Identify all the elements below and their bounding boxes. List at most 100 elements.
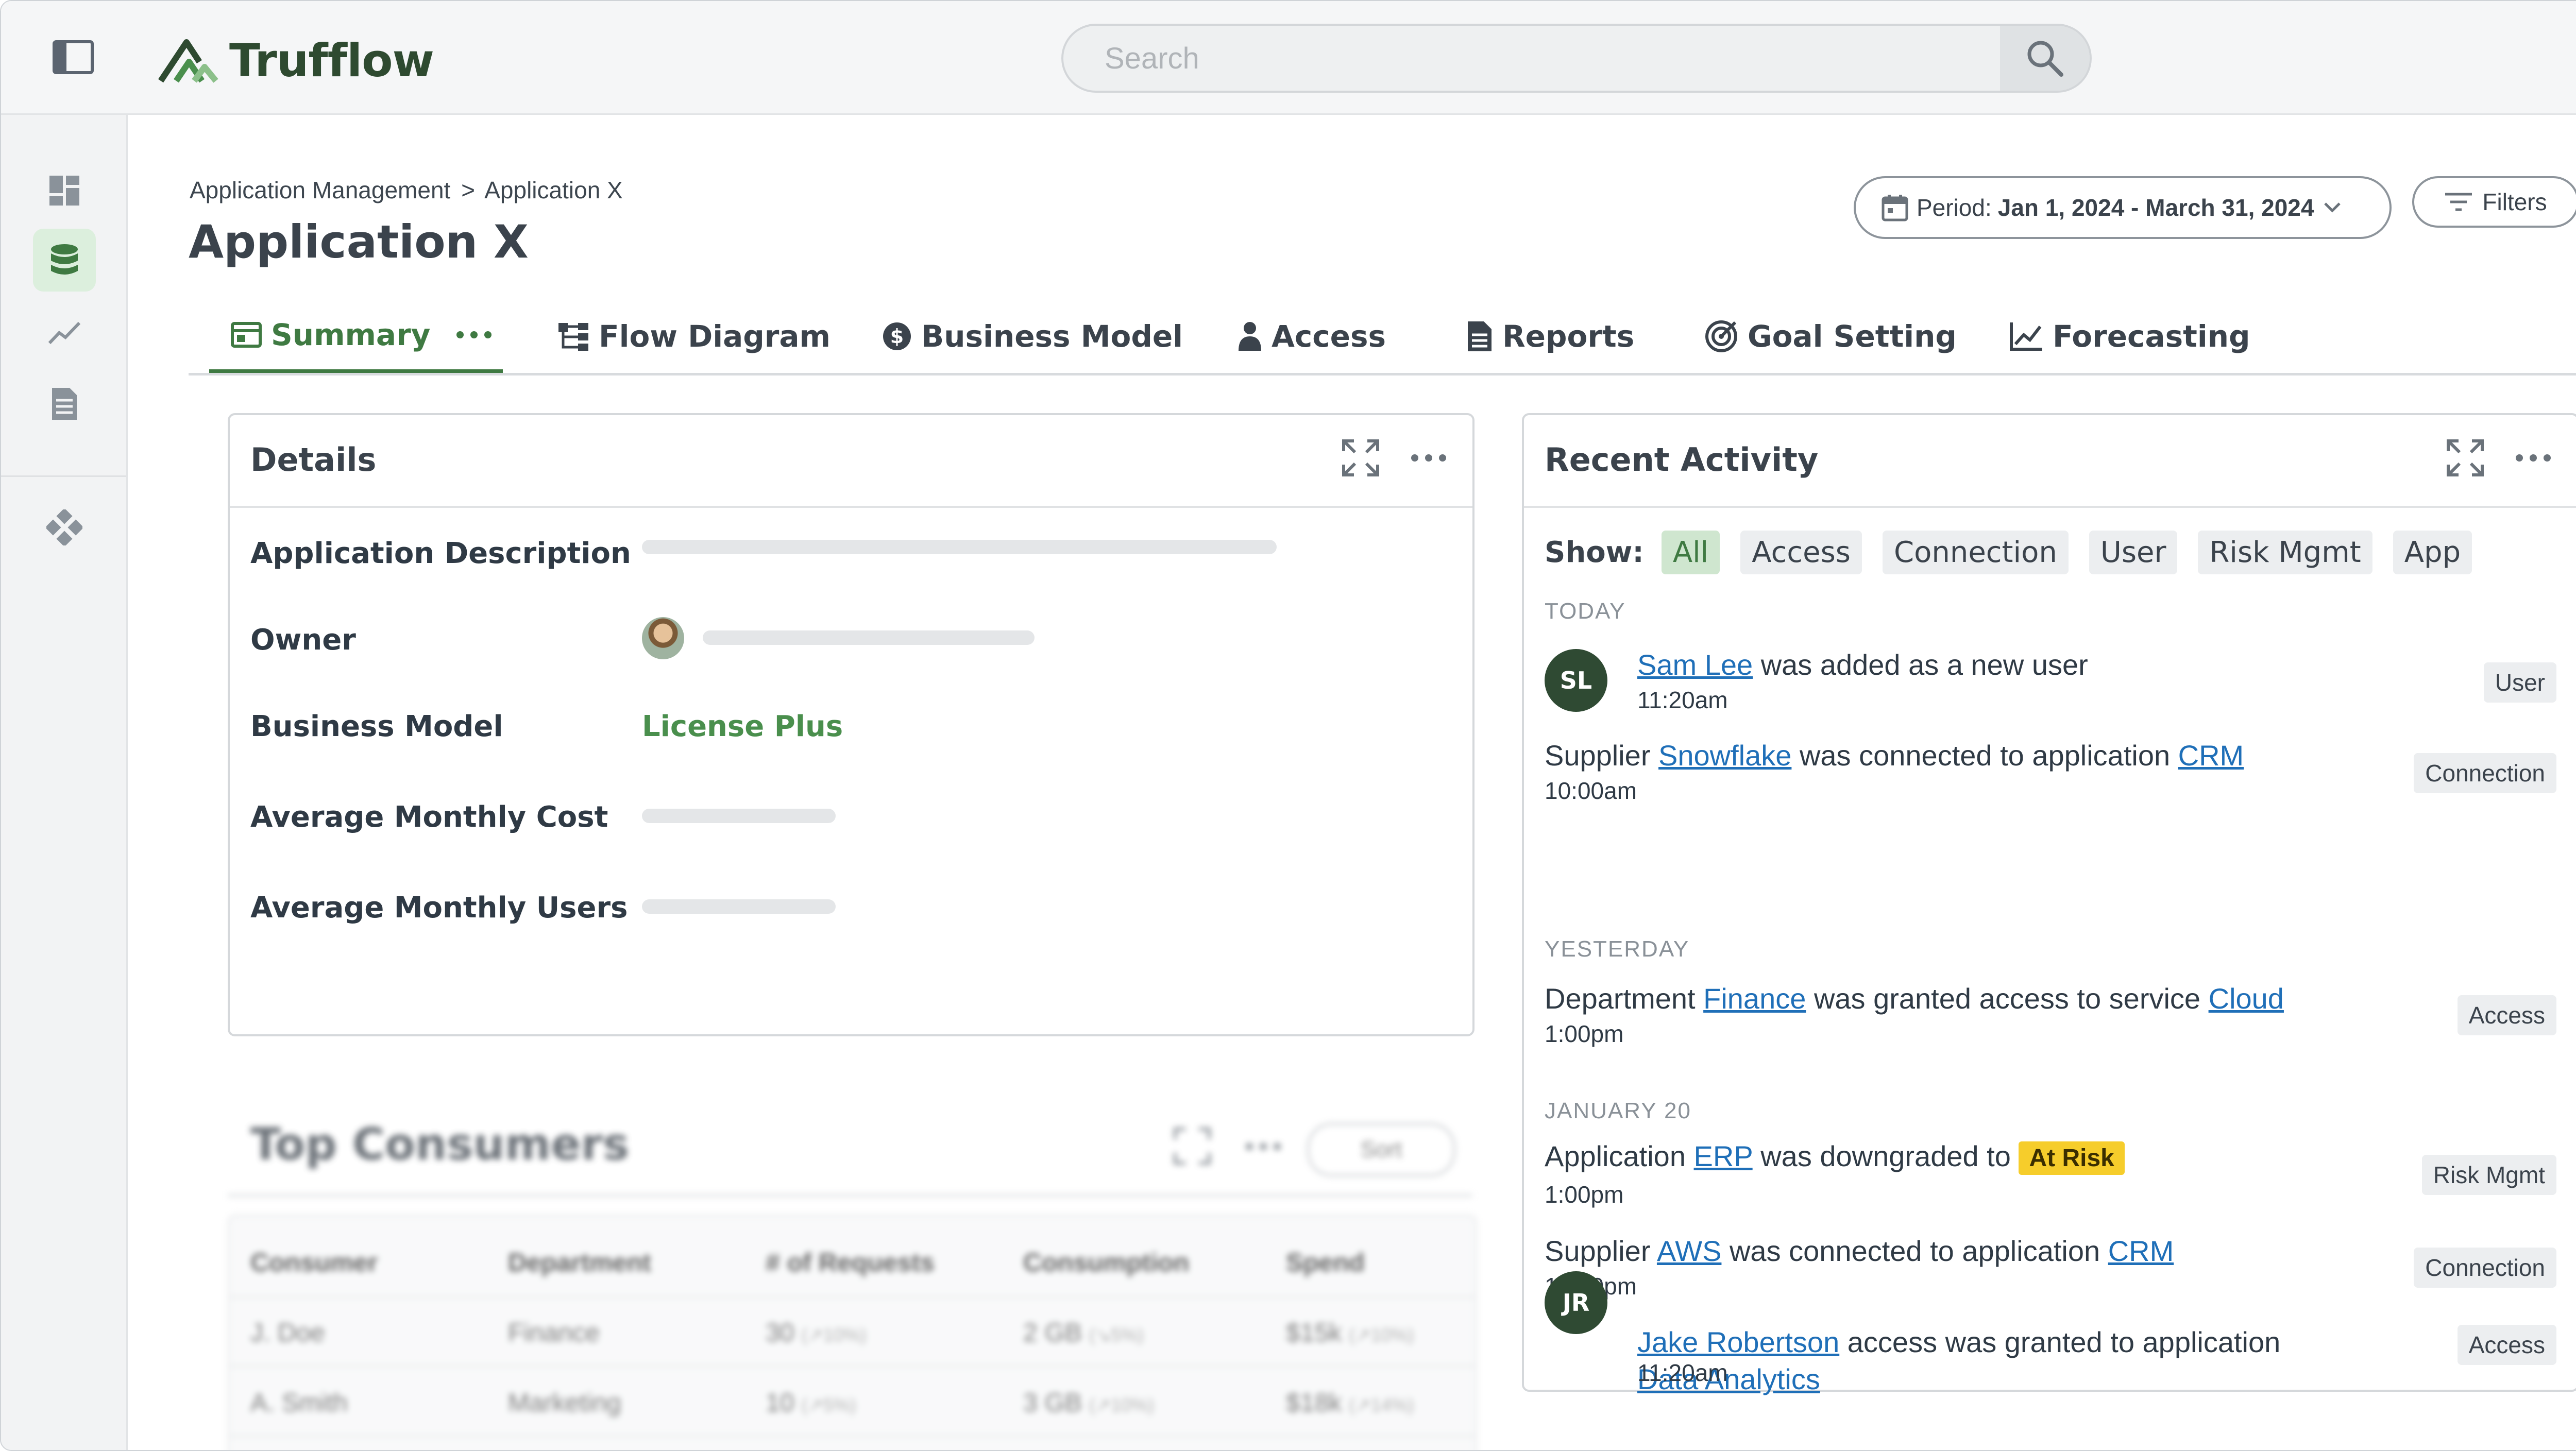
- avatar: SL: [1545, 649, 1607, 712]
- activity-text: was added as a new user: [1760, 648, 2088, 681]
- filter-chip-user[interactable]: User: [2089, 531, 2178, 574]
- consumption-value: 2 GB: [1023, 1318, 1082, 1347]
- more-options-icon[interactable]: [1245, 1142, 1281, 1151]
- table-cell: J. Doe: [250, 1318, 325, 1347]
- label-average-monthly-users: Average Monthly Users: [250, 891, 628, 925]
- consumption-value: 3 GB: [1023, 1388, 1082, 1417]
- activity-item-text: Application ERP was downgraded to At Ris…: [1545, 1139, 2125, 1175]
- filter-chip-app[interactable]: App: [2393, 531, 2472, 574]
- summary-icon: [231, 321, 262, 348]
- search-icon: [2027, 41, 2063, 77]
- service-link[interactable]: Cloud: [2209, 982, 2284, 1015]
- activity-item-text: Supplier AWS was connected to applicatio…: [1545, 1234, 2174, 1268]
- supplier-link[interactable]: Snowflake: [1658, 739, 1791, 772]
- row-divider: [230, 1365, 1475, 1367]
- application-link[interactable]: CRM: [2108, 1235, 2174, 1267]
- left-nav: [1, 115, 128, 1450]
- activity-prefix: Department: [1545, 982, 1696, 1015]
- table-cell: Finance: [508, 1318, 600, 1347]
- activity-prefix: Supplier: [1545, 739, 1651, 772]
- activity-item-text: Department Finance was granted access to…: [1545, 982, 2284, 1015]
- sort-label: Sort: [1360, 1137, 1402, 1162]
- tab-goal-setting-label: Goal Setting: [1748, 319, 1957, 354]
- tab-bar: Summary Flow Diagram $ Business Model Ac…: [189, 300, 2576, 375]
- breadcrumb-parent[interactable]: Application Management: [190, 177, 450, 203]
- business-model-link[interactable]: License Plus: [642, 710, 843, 743]
- top-consumers-section: Top Consumers Sort Consumer Department #…: [228, 1098, 1477, 1450]
- expand-icon[interactable]: [1342, 439, 1380, 477]
- table-cell: $15k (↗10%): [1286, 1318, 1414, 1347]
- requests-trend: (↗10%): [801, 1324, 867, 1345]
- table-cell: 2 GB (↘5%): [1023, 1318, 1144, 1347]
- top-bar: Trufflow: [1, 1, 2576, 115]
- activity-title: Recent Activity: [1545, 441, 1819, 479]
- nav-database[interactable]: [33, 229, 96, 292]
- consumption-trend: (↗10%): [1089, 1394, 1155, 1415]
- supplier-link[interactable]: AWS: [1657, 1235, 1721, 1267]
- label-average-monthly-cost: Average Monthly Cost: [250, 800, 608, 834]
- more-options-icon[interactable]: [1411, 454, 1447, 462]
- more-icon[interactable]: [456, 331, 492, 339]
- filter-chip-all[interactable]: All: [1661, 531, 1720, 574]
- user-link[interactable]: Sam Lee: [1637, 648, 1753, 681]
- breadcrumb-separator: >: [461, 177, 475, 203]
- breadcrumb-current: Application X: [484, 177, 623, 203]
- expand-icon[interactable]: [1173, 1127, 1211, 1165]
- search-bar: [1061, 24, 2092, 93]
- tab-access[interactable]: Access: [1238, 300, 1386, 373]
- application-link[interactable]: ERP: [1694, 1140, 1753, 1172]
- tab-flow-diagram[interactable]: Flow Diagram: [557, 300, 831, 373]
- tab-summary-label: Summary: [271, 317, 431, 352]
- document-icon: [52, 388, 77, 420]
- nav-integrations[interactable]: [33, 496, 96, 559]
- tab-business-model[interactable]: $ Business Model: [882, 300, 1183, 373]
- recent-activity-card: Recent Activity Show: All Access Connect…: [1522, 413, 2576, 1395]
- sidebar-toggle-icon[interactable]: [53, 40, 94, 74]
- activity-text: was connected to application: [1799, 739, 2171, 772]
- search-input[interactable]: [1063, 26, 2001, 91]
- period-selector[interactable]: Period: Jan 1, 2024 - March 31, 2024: [1854, 176, 2392, 239]
- nav-dashboard[interactable]: [33, 159, 96, 222]
- details-card-actions: [1342, 439, 1447, 477]
- expand-icon[interactable]: [2446, 439, 2484, 477]
- activity-item-text: Supplier Snowflake was connected to appl…: [1545, 739, 2244, 772]
- sort-button[interactable]: Sort: [1307, 1123, 1455, 1176]
- column-header: Spend: [1286, 1248, 1365, 1277]
- application-link[interactable]: CRM: [2178, 739, 2244, 772]
- nav-analytics[interactable]: [33, 301, 96, 364]
- more-options-icon[interactable]: [2515, 454, 2551, 462]
- department-link[interactable]: Finance: [1703, 982, 1806, 1015]
- chevron-down-icon: [2324, 202, 2341, 213]
- consumption-trend: (↘5%): [1089, 1324, 1144, 1345]
- section-yesterday: YESTERDAY: [1545, 936, 1690, 962]
- activity-text: access was granted to application: [1847, 1326, 2281, 1358]
- divider: [228, 1194, 1472, 1197]
- section-january-20: JANUARY 20: [1545, 1098, 1691, 1123]
- tab-reports[interactable]: Reports: [1466, 300, 1634, 373]
- row-divider: [230, 1296, 1475, 1298]
- filters-button[interactable]: Filters: [2412, 176, 2576, 228]
- avatar: JR: [1545, 1271, 1607, 1334]
- owner-name-placeholder: [703, 630, 1035, 645]
- table-cell: 30 (↗10%): [766, 1318, 867, 1347]
- filter-chip-risk-mgmt[interactable]: Risk Mgmt: [2198, 531, 2372, 574]
- tab-summary[interactable]: Summary: [209, 300, 503, 373]
- dashboard-icon: [49, 176, 79, 206]
- table-cell: Marketing: [508, 1388, 621, 1417]
- tab-forecasting[interactable]: Forecasting: [2009, 300, 2250, 373]
- filter-chip-access[interactable]: Access: [1740, 531, 1862, 574]
- tab-goal-setting[interactable]: Goal Setting: [1704, 300, 1957, 373]
- activity-item-text: Jake Robertson access was granted to app…: [1637, 1324, 2359, 1398]
- logo[interactable]: Trufflow: [158, 32, 436, 89]
- nav-divider: [1, 475, 126, 477]
- top-consumers-title: Top Consumers: [250, 1119, 630, 1170]
- activity-prefix: Supplier: [1545, 1235, 1651, 1267]
- filter-chip-connection[interactable]: Connection: [1882, 531, 2069, 574]
- activity-card-actions: [2446, 439, 2551, 477]
- nav-documents[interactable]: [33, 372, 96, 435]
- calendar-icon: [1882, 195, 1908, 221]
- user-link[interactable]: Jake Robertson: [1637, 1326, 1839, 1358]
- details-title: Details: [250, 441, 377, 479]
- search-button[interactable]: [2000, 26, 2090, 91]
- owner-avatar: [642, 617, 684, 659]
